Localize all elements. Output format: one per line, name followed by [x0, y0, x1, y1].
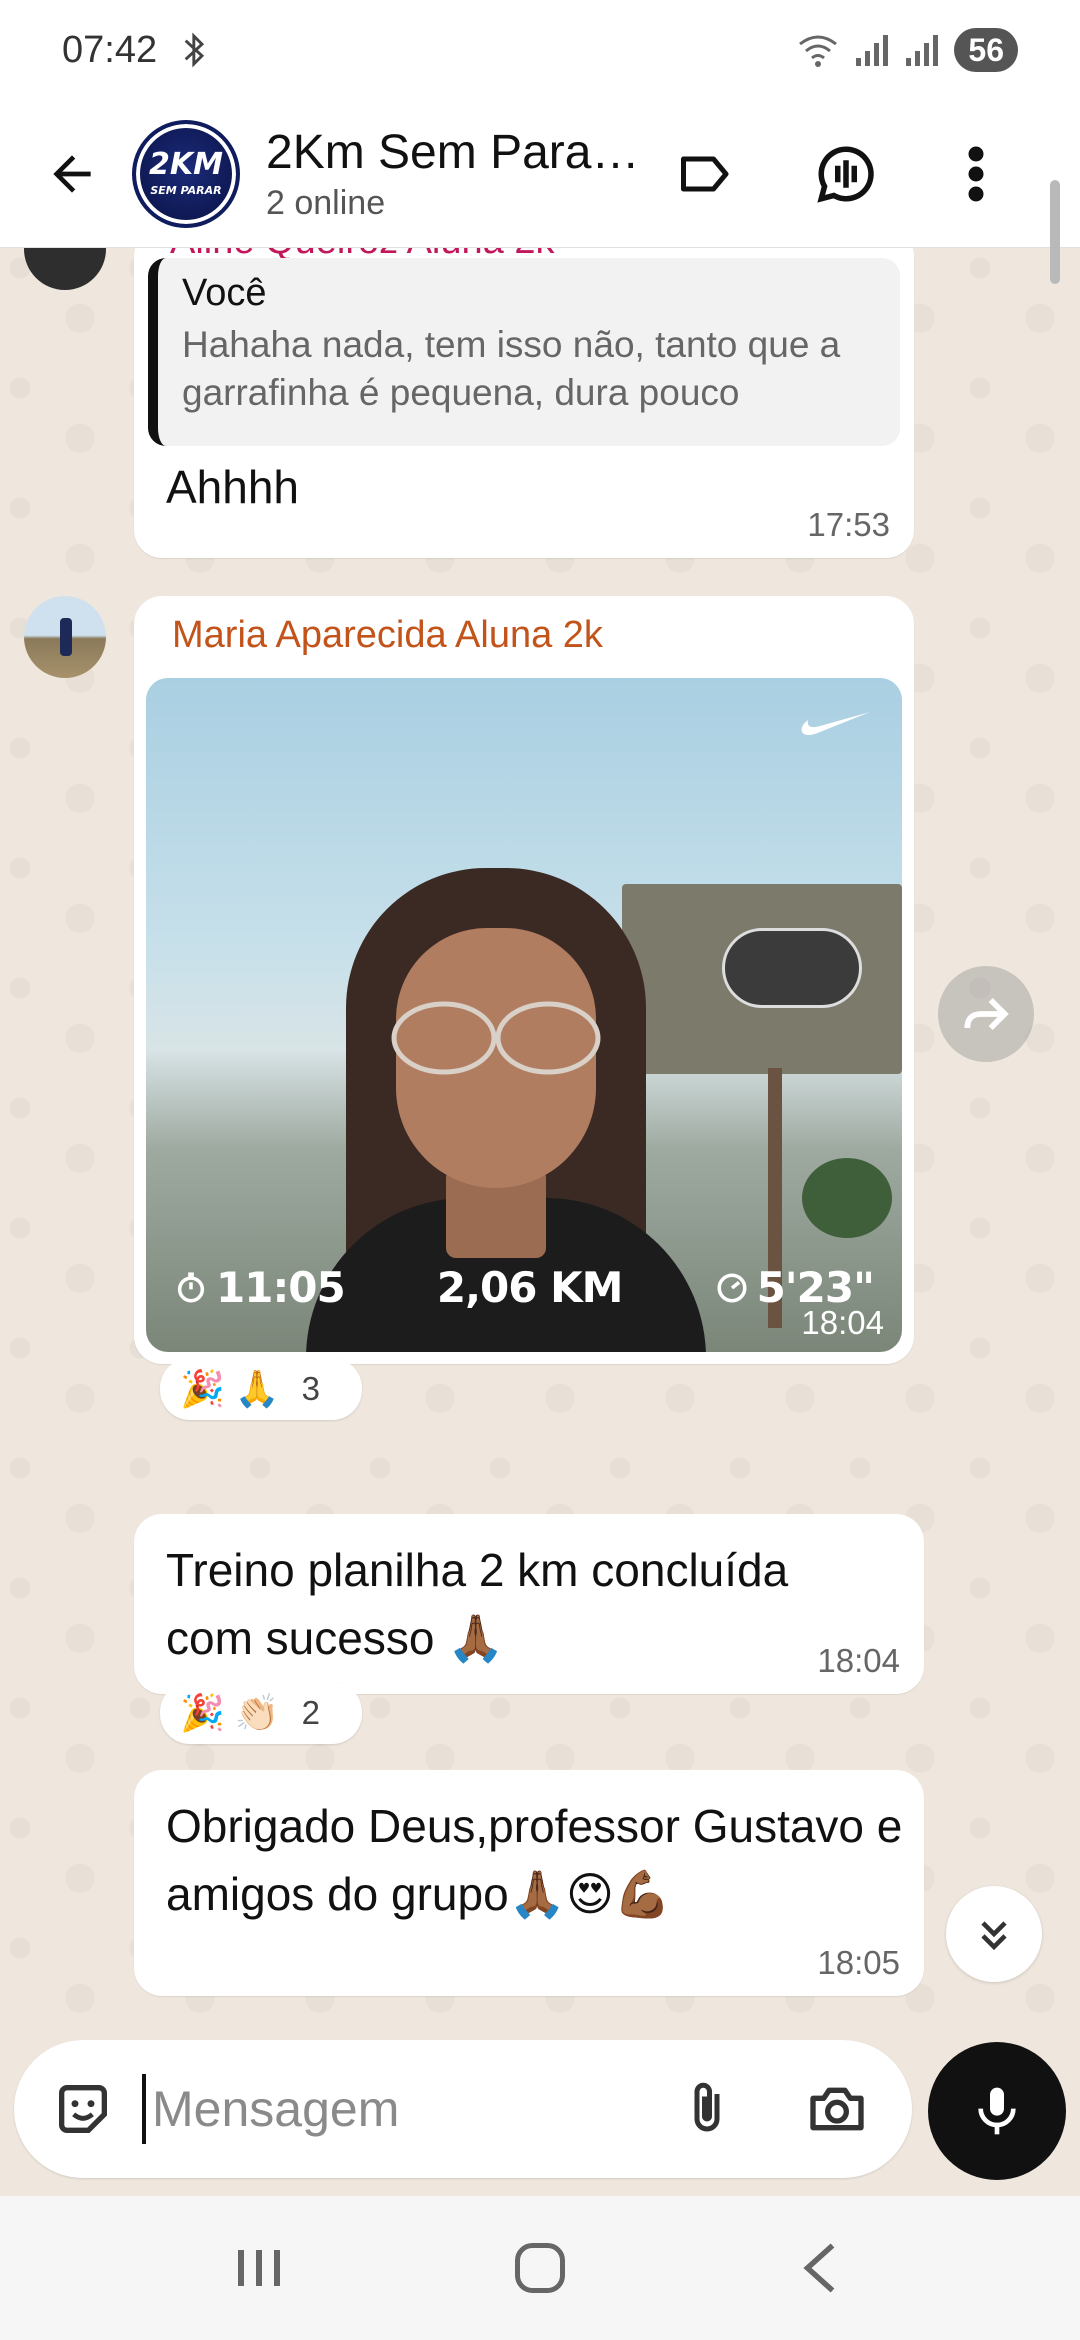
- recent-apps-icon: [238, 2250, 280, 2286]
- run-stats: 11:05 2,06 KM 5'23": [146, 1263, 902, 1312]
- label-icon: [681, 156, 729, 191]
- signal-icon: [906, 35, 939, 66]
- camera-icon: [810, 2087, 864, 2131]
- attach-button[interactable]: [662, 2064, 752, 2154]
- reaction-count: 3: [301, 1370, 321, 1407]
- message-reactions[interactable]: 🎉 👏🏻 2: [160, 1682, 362, 1744]
- sticker-icon: [59, 2085, 107, 2133]
- back-nav-button[interactable]: [760, 2218, 880, 2318]
- battery-indicator: 56: [954, 28, 1018, 72]
- message-sender[interactable]: Maria Aparecida Aluna 2k: [172, 614, 603, 657]
- status-bar: 07:42 56: [0, 0, 1080, 100]
- double-chevron-down-icon: [981, 1921, 1007, 1951]
- home-icon: [515, 2243, 565, 2293]
- avatar-logo-text: 2KM: [149, 147, 223, 182]
- system-navigation-bar: [0, 2196, 1080, 2340]
- distance-value: 2,06 KM: [436, 1263, 624, 1312]
- duration-value: 11:05: [216, 1263, 346, 1312]
- message-bubble[interactable]: Aline Queiroz Aluna 2k Você Hahaha nada,…: [134, 248, 914, 558]
- chat-header: 2KM SEM PARAR 2Km Sem Para… 2 online: [0, 100, 1080, 248]
- voice-chat-button[interactable]: [796, 124, 896, 224]
- camera-button[interactable]: [792, 2064, 882, 2154]
- message-text: Obrigado Deus,professor Gustavo e amigos…: [166, 1800, 903, 1920]
- message-reactions[interactable]: 🎉 🙏 3: [160, 1358, 362, 1420]
- speedometer-icon: [717, 1272, 747, 1303]
- online-status: 2 online: [266, 183, 386, 222]
- group-info[interactable]: 2Km Sem Para… 2 online: [266, 125, 646, 223]
- reaction-count: 2: [301, 1694, 321, 1731]
- bluetooth-icon: [184, 32, 205, 68]
- wifi-icon: [799, 35, 838, 67]
- message-time: 18:04: [817, 1642, 900, 1679]
- message-bubble[interactable]: Treino planilha 2 km concluída com suces…: [134, 1514, 924, 1694]
- quote-author: Você: [182, 272, 267, 314]
- mic-icon: [978, 2087, 1016, 2135]
- photo-attachment[interactable]: 11:05 2,06 KM 5'23" 18:04: [146, 678, 902, 1352]
- back-arrow-icon: [53, 154, 91, 193]
- forward-icon: [964, 997, 1009, 1031]
- label-button[interactable]: [656, 124, 756, 224]
- message-time: 18:04: [801, 1304, 884, 1341]
- avatar-logo-subtext: SEM PARAR: [150, 184, 222, 197]
- back-button[interactable]: [12, 114, 132, 234]
- more-options-button[interactable]: [926, 124, 1026, 224]
- message-time: 17:53: [807, 506, 890, 543]
- duration-stat: 11:05: [174, 1263, 346, 1312]
- reaction-emojis: 🎉 👏🏻: [180, 1692, 280, 1733]
- message-text: Ahhhh: [166, 461, 300, 513]
- chat-area[interactable]: Aline Queiroz Aluna 2k Você Hahaha nada,…: [0, 248, 1080, 2038]
- group-title: 2Km Sem Para…: [266, 125, 640, 179]
- distance-stat: 2,06 KM: [436, 1263, 624, 1312]
- status-time: 07:42: [62, 28, 158, 71]
- message-text: Treino planilha 2 km concluída com suces…: [166, 1544, 789, 1664]
- home-button[interactable]: [480, 2218, 600, 2318]
- message-composer: [14, 2040, 912, 2178]
- more-vert-icon: [968, 146, 984, 201]
- sender-avatar-maria[interactable]: [24, 596, 106, 678]
- group-avatar[interactable]: 2KM SEM PARAR: [132, 119, 240, 228]
- stopwatch-icon: [177, 1271, 205, 1303]
- signal-icon: [856, 35, 889, 66]
- nike-logo-icon: [801, 712, 870, 735]
- voice-record-button[interactable]: [928, 2042, 1066, 2180]
- reaction-emojis: 🎉 🙏: [180, 1368, 280, 1409]
- forward-button[interactable]: [938, 966, 1034, 1062]
- message-time: 18:05: [817, 1944, 900, 1981]
- sticker-button[interactable]: [38, 2064, 128, 2154]
- quote-text: Hahaha nada, tem isso não, tanto que a g…: [182, 324, 841, 413]
- photo-message-bubble[interactable]: Maria Aparecida Aluna 2k 11:05 2,06 KM 5…: [134, 596, 914, 1364]
- message-bubble[interactable]: Obrigado Deus,professor Gustavo e amigos…: [134, 1770, 924, 1996]
- quoted-message[interactable]: Você Hahaha nada, tem isso não, tanto qu…: [148, 258, 900, 446]
- attach-icon: [694, 2082, 720, 2132]
- back-chevron-icon: [803, 2243, 835, 2293]
- scroll-to-bottom-button[interactable]: [946, 1886, 1042, 1982]
- voice-chat-icon: [817, 145, 874, 203]
- recent-apps-button[interactable]: [200, 2218, 320, 2318]
- message-input[interactable]: [142, 2074, 642, 2144]
